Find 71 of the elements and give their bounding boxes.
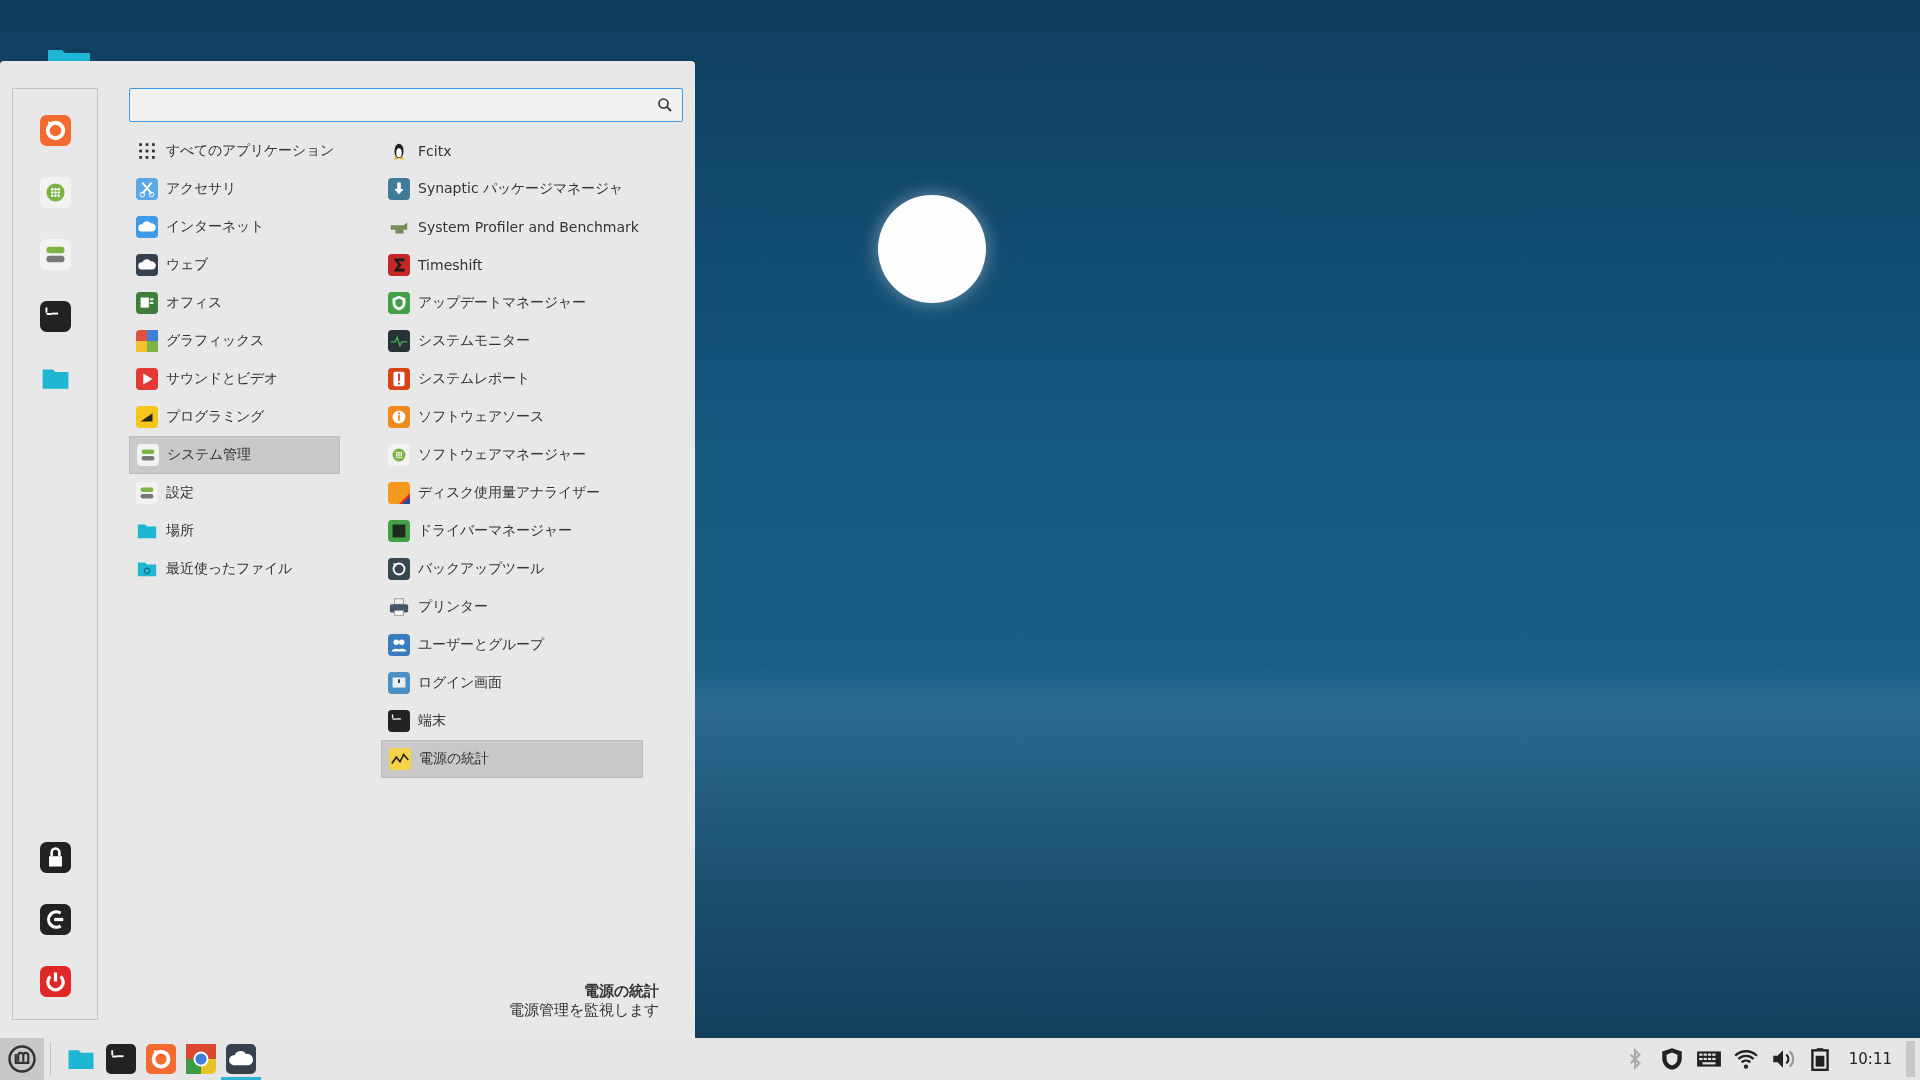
search-field[interactable] (129, 88, 683, 122)
description-title: 電源の統計 (583, 982, 659, 1001)
scissors-icon (136, 178, 158, 200)
application-item[interactable]: ログイン画面 (381, 664, 643, 702)
toggle-switches-icon (136, 482, 158, 504)
screen-icon (388, 672, 410, 694)
application-item[interactable]: Synaptic パッケージマネージャ (381, 170, 643, 208)
application-item[interactable]: System Profiler and Benchmark (381, 208, 643, 246)
toggle-switches-icon (137, 444, 159, 466)
clock[interactable]: 10:11 (1848, 1050, 1892, 1068)
application-item[interactable]: ドライバーマネージャー (381, 512, 643, 550)
category-item[interactable]: プログラミング (129, 398, 340, 436)
cloud-icon (136, 254, 158, 276)
category-item[interactable]: 最近使ったファイル (129, 550, 340, 588)
info-icon (388, 406, 410, 428)
shield-icon (388, 292, 410, 314)
cloud-icon (136, 216, 158, 238)
category-item[interactable]: アクセサリ (129, 170, 340, 208)
pulse-icon (388, 330, 410, 352)
toggle-switches-icon[interactable] (39, 239, 71, 270)
terminal-icon (106, 1044, 136, 1074)
swirl-icon[interactable] (39, 115, 71, 146)
application-item[interactable]: ユーザーとグループ (381, 626, 643, 664)
application-item[interactable]: システムレポート (381, 360, 643, 398)
sigma-icon (388, 254, 410, 276)
cloud-icon (226, 1044, 256, 1074)
application-item[interactable]: バックアップツール (381, 550, 643, 588)
application-item[interactable]: システムモニター (381, 322, 643, 360)
dots-icon[interactable] (39, 177, 71, 208)
play-icon (136, 368, 158, 390)
grid-icon (136, 140, 158, 162)
refresh-icon (388, 558, 410, 580)
description-text: 電源管理を監視します (508, 1001, 659, 1020)
application-item[interactable]: ディスク使用量アナライザー (381, 474, 643, 512)
logo-icon (7, 1044, 37, 1074)
category-item[interactable]: システム管理 (129, 436, 340, 474)
application-item[interactable]: プリンター (381, 588, 643, 626)
category-item[interactable]: 設定 (129, 474, 340, 512)
category-item[interactable]: オフィス (129, 284, 340, 322)
search-icon[interactable] (656, 96, 674, 114)
globe-icon (186, 1044, 216, 1074)
application-item[interactable]: アップデートマネージャー (381, 284, 643, 322)
pie-icon (388, 482, 410, 504)
power-icon[interactable] (39, 966, 71, 997)
application-item[interactable]: ソフトウェアマネージャー (381, 436, 643, 474)
category-item[interactable]: グラフィックス (129, 322, 340, 360)
exclamation-icon (388, 368, 410, 390)
dots-icon (388, 444, 410, 466)
document-icon (136, 292, 158, 314)
application-item[interactable]: Fcitx (381, 132, 643, 170)
application-item[interactable]: Timeshift (381, 246, 643, 284)
lock-icon[interactable] (39, 842, 71, 873)
download-icon (388, 178, 410, 200)
category-item[interactable]: すべてのアプリケーション (129, 132, 340, 170)
printer-icon (388, 596, 410, 618)
palette-icon (136, 330, 158, 352)
terminal-icon[interactable] (39, 301, 71, 332)
category-item[interactable]: サウンドとビデオ (129, 360, 340, 398)
category-item[interactable]: ウェブ (129, 246, 340, 284)
menu-button[interactable] (0, 1038, 44, 1080)
terminal-icon (388, 710, 410, 732)
category-item[interactable]: インターネット (129, 208, 340, 246)
chip-icon (388, 520, 410, 542)
people-icon (388, 634, 410, 656)
chart-icon (389, 748, 411, 770)
swirl-icon (146, 1044, 176, 1074)
application-item[interactable]: 電源の統計 (381, 740, 643, 778)
application-item[interactable]: 端末 (381, 702, 643, 740)
logout-icon[interactable] (39, 904, 71, 935)
category-item[interactable]: 場所 (129, 512, 340, 550)
application-item[interactable]: ソフトウェアソース (381, 398, 643, 436)
